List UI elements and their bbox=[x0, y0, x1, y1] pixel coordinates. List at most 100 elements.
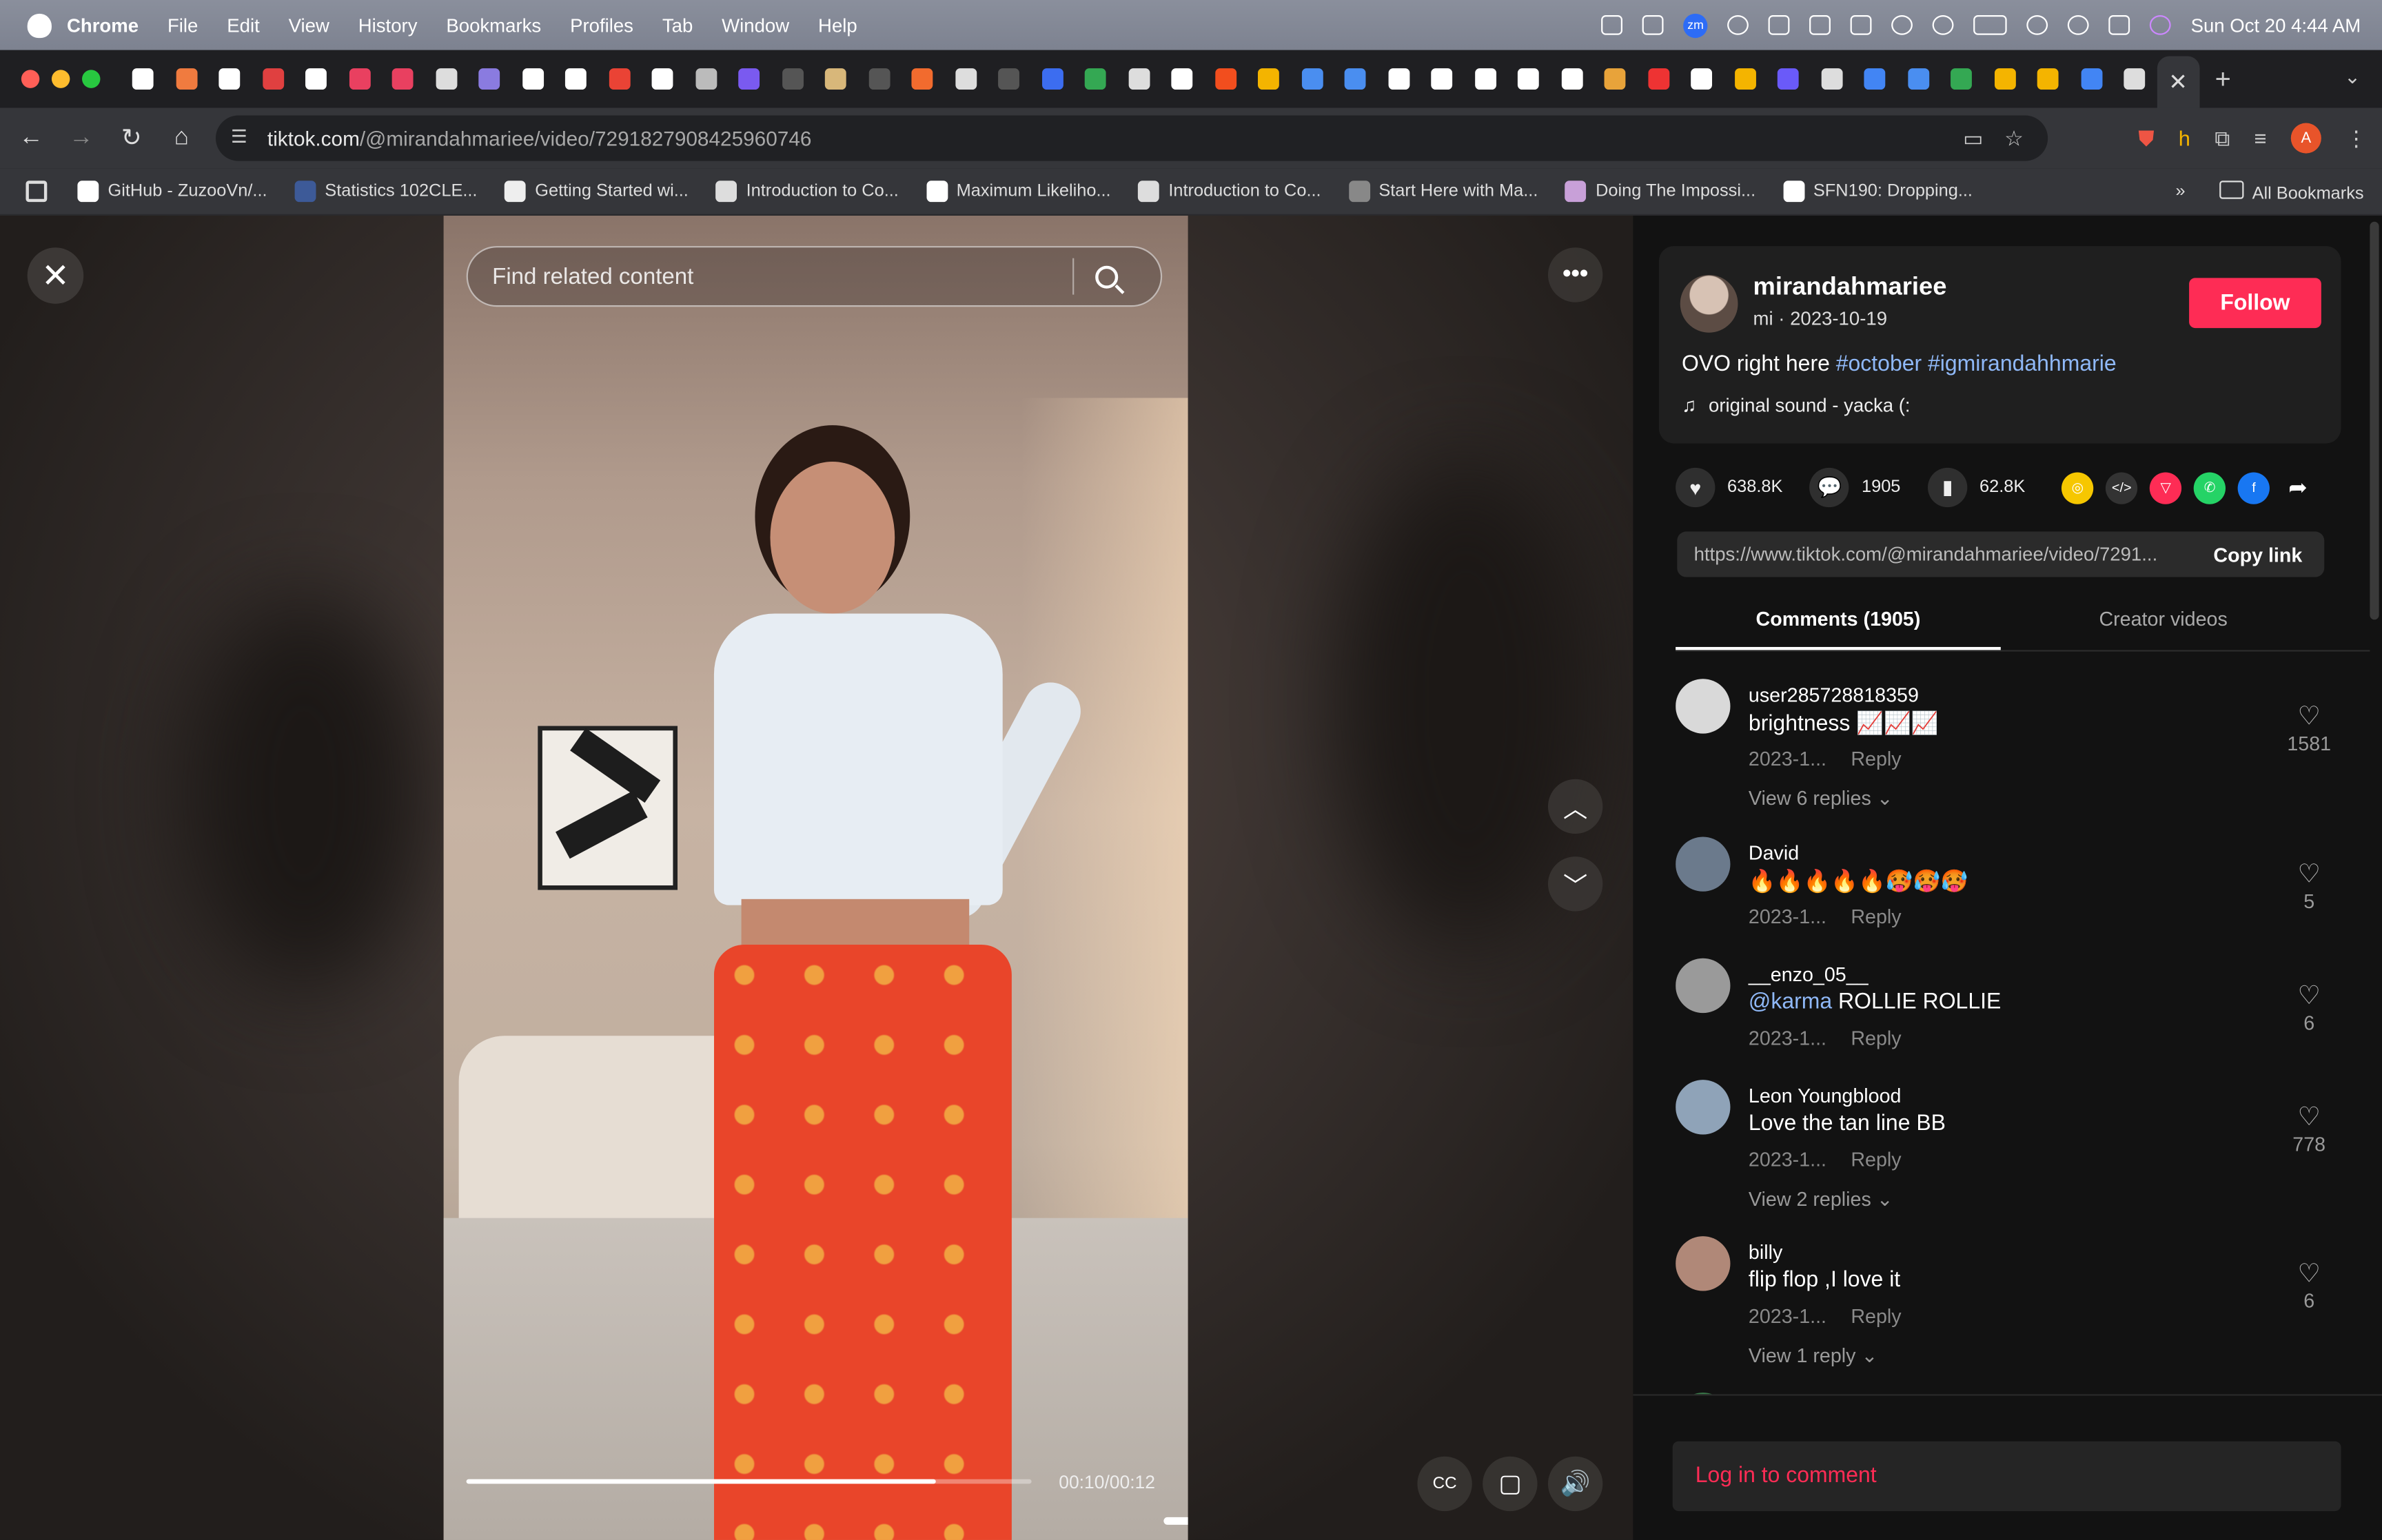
bookmark-item[interactable]: GitHub - ZuzooVn/... bbox=[77, 181, 267, 203]
bookmark-item[interactable]: Start Here with Ma... bbox=[1348, 181, 1538, 203]
all-bookmarks-button[interactable]: All Bookmarks bbox=[2219, 180, 2364, 203]
browser-tab[interactable] bbox=[1421, 58, 1464, 101]
avatar[interactable] bbox=[1676, 1080, 1731, 1135]
home-button[interactable]: ⌂ bbox=[156, 125, 207, 152]
browser-tab[interactable] bbox=[1464, 58, 1507, 101]
browser-tab[interactable] bbox=[728, 58, 771, 101]
browser-tab[interactable] bbox=[381, 58, 425, 101]
browser-tab[interactable] bbox=[208, 58, 252, 101]
follow-button[interactable]: Follow bbox=[2189, 278, 2321, 329]
browser-tab[interactable] bbox=[598, 58, 641, 101]
browser-tab[interactable] bbox=[1680, 58, 1724, 101]
captions-icon[interactable]: CC bbox=[1417, 1456, 1472, 1512]
repost-icon[interactable]: ◎ bbox=[2062, 471, 2094, 504]
like-action[interactable]: ♥ 638.8K bbox=[1676, 467, 1782, 508]
menu-help[interactable]: Help bbox=[818, 14, 857, 36]
shield-extension-icon[interactable]: ⛊ bbox=[2138, 125, 2154, 151]
browser-tab[interactable] bbox=[1940, 58, 1984, 101]
paperclip-icon[interactable] bbox=[1850, 15, 1872, 35]
tab-search-chevron-icon[interactable]: ⌄ bbox=[2344, 65, 2361, 90]
close-tab-icon[interactable]: ✕ bbox=[2168, 68, 2188, 95]
media-controls-icon[interactable]: ≡ bbox=[2254, 126, 2267, 150]
browser-tab[interactable] bbox=[1377, 58, 1421, 101]
chevron-up-icon[interactable]: ︿ bbox=[1547, 779, 1603, 834]
active-tab[interactable]: ✕ bbox=[2156, 56, 2200, 108]
comment-like-button[interactable]: ♡ 6 bbox=[2276, 1260, 2343, 1312]
menu-profiles[interactable]: Profiles bbox=[570, 14, 633, 36]
view-replies-button[interactable]: View 6 replies ⌄ bbox=[1749, 787, 1893, 811]
menu-window[interactable]: Window bbox=[722, 14, 789, 36]
back-button[interactable]: ← bbox=[6, 125, 57, 152]
forward-button[interactable]: → bbox=[57, 125, 107, 152]
play-icon[interactable] bbox=[1932, 15, 1954, 35]
video-player[interactable]: 00:10/00:12 bbox=[443, 215, 1188, 1540]
heart-icon[interactable]: ♥ bbox=[1676, 467, 1716, 508]
menu-edit[interactable]: Edit bbox=[227, 14, 259, 36]
browser-tab[interactable] bbox=[1810, 58, 1853, 101]
menu-bookmarks[interactable]: Bookmarks bbox=[446, 14, 541, 36]
reply-button[interactable]: Reply bbox=[1851, 1148, 1901, 1171]
browser-tab[interactable] bbox=[165, 58, 208, 101]
battery-icon[interactable] bbox=[1973, 15, 2007, 35]
search-icon[interactable] bbox=[1095, 265, 1119, 288]
menu-tab[interactable]: Tab bbox=[662, 14, 693, 36]
hashtag-link[interactable]: #october bbox=[1836, 352, 1922, 376]
browser-tab[interactable] bbox=[857, 58, 901, 101]
bookmark-item[interactable]: SFN190: Dropping... bbox=[1782, 181, 1973, 203]
reply-button[interactable]: Reply bbox=[1851, 747, 1901, 770]
browser-tab[interactable] bbox=[1594, 58, 1637, 101]
comment-username[interactable]: David bbox=[1749, 841, 1799, 864]
close-video-button[interactable]: ✕ bbox=[27, 247, 84, 304]
login-to-comment-button[interactable]: Log in to comment bbox=[1672, 1441, 2341, 1512]
bookmark-icon[interactable]: ▮ bbox=[1928, 467, 1968, 508]
avatar[interactable] bbox=[1680, 274, 1738, 333]
site-settings-icon[interactable]: ☰ bbox=[231, 126, 255, 150]
sound-link[interactable]: ♫ original sound - yacka (: bbox=[1682, 393, 1911, 416]
spotlight-search-icon[interactable] bbox=[2068, 15, 2089, 35]
browser-tab[interactable] bbox=[2113, 58, 2157, 101]
send-icon[interactable]: ▽ bbox=[2150, 471, 2182, 504]
browser-tab[interactable] bbox=[1853, 58, 1897, 101]
bookmark-star-icon[interactable]: ☆ bbox=[2004, 126, 2024, 152]
browser-tab[interactable] bbox=[2026, 58, 2070, 101]
save-action[interactable]: ▮ 62.8K bbox=[1928, 467, 2025, 508]
browser-tab[interactable] bbox=[295, 58, 338, 101]
volume-icon[interactable]: 🔊 bbox=[1547, 1456, 1603, 1512]
profile-avatar[interactable]: A bbox=[2290, 123, 2321, 154]
author-username[interactable]: mirandahmariee bbox=[1753, 274, 1947, 302]
browser-tab[interactable] bbox=[1550, 58, 1594, 101]
bookmark-item[interactable]: Introduction to Co... bbox=[1138, 181, 1321, 203]
comment-bubble-icon[interactable]: 💬 bbox=[1810, 467, 1850, 508]
browser-tab[interactable] bbox=[425, 58, 468, 101]
browser-tab[interactable] bbox=[1204, 58, 1248, 101]
browser-tab[interactable] bbox=[944, 58, 988, 101]
browser-tab[interactable] bbox=[641, 58, 684, 101]
menu-file[interactable]: File bbox=[167, 14, 198, 36]
tab-comments[interactable]: Comments (1905) bbox=[1676, 595, 2001, 650]
menu-history[interactable]: History bbox=[358, 14, 418, 36]
apple-logo-icon[interactable] bbox=[27, 12, 52, 38]
chrome-menu-icon[interactable]: ⋮ bbox=[2345, 125, 2367, 151]
browser-tab[interactable] bbox=[2070, 58, 2113, 101]
reload-button[interactable]: ↻ bbox=[106, 123, 156, 154]
comment-like-button[interactable]: ♡ 1581 bbox=[2276, 703, 2343, 754]
control-center-icon[interactable] bbox=[2108, 15, 2130, 35]
comment-username[interactable]: Leon Youngblood bbox=[1749, 1085, 1902, 1107]
drag-handle[interactable] bbox=[1163, 1517, 1188, 1525]
browser-tab[interactable] bbox=[1290, 58, 1334, 101]
browser-tab[interactable] bbox=[338, 58, 381, 101]
avatar[interactable] bbox=[1676, 836, 1731, 892]
clock[interactable]: Sun Oct 20 4:44 AM bbox=[2191, 14, 2361, 36]
video-link-text[interactable]: https://www.tiktok.com/@mirandahmariee/v… bbox=[1694, 544, 2190, 565]
comment-username[interactable]: __enzo_05__ bbox=[1749, 963, 1869, 985]
view-replies-button[interactable]: View 1 reply ⌄ bbox=[1749, 1344, 1878, 1368]
more-options-icon[interactable]: ••• bbox=[1547, 247, 1603, 302]
browser-tab[interactable] bbox=[1334, 58, 1377, 101]
browser-tab[interactable] bbox=[1248, 58, 1291, 101]
hashtag-link[interactable]: #igmirandahhmarie bbox=[1928, 352, 2117, 376]
zoom-icon[interactable]: zm bbox=[1683, 12, 1708, 38]
mention-link[interactable]: @karma bbox=[1749, 990, 1832, 1014]
tab-creator-videos[interactable]: Creator videos bbox=[2001, 595, 2326, 650]
apps-grid-icon[interactable] bbox=[26, 181, 48, 203]
comment-like-button[interactable]: ♡ 5 bbox=[2276, 861, 2343, 913]
